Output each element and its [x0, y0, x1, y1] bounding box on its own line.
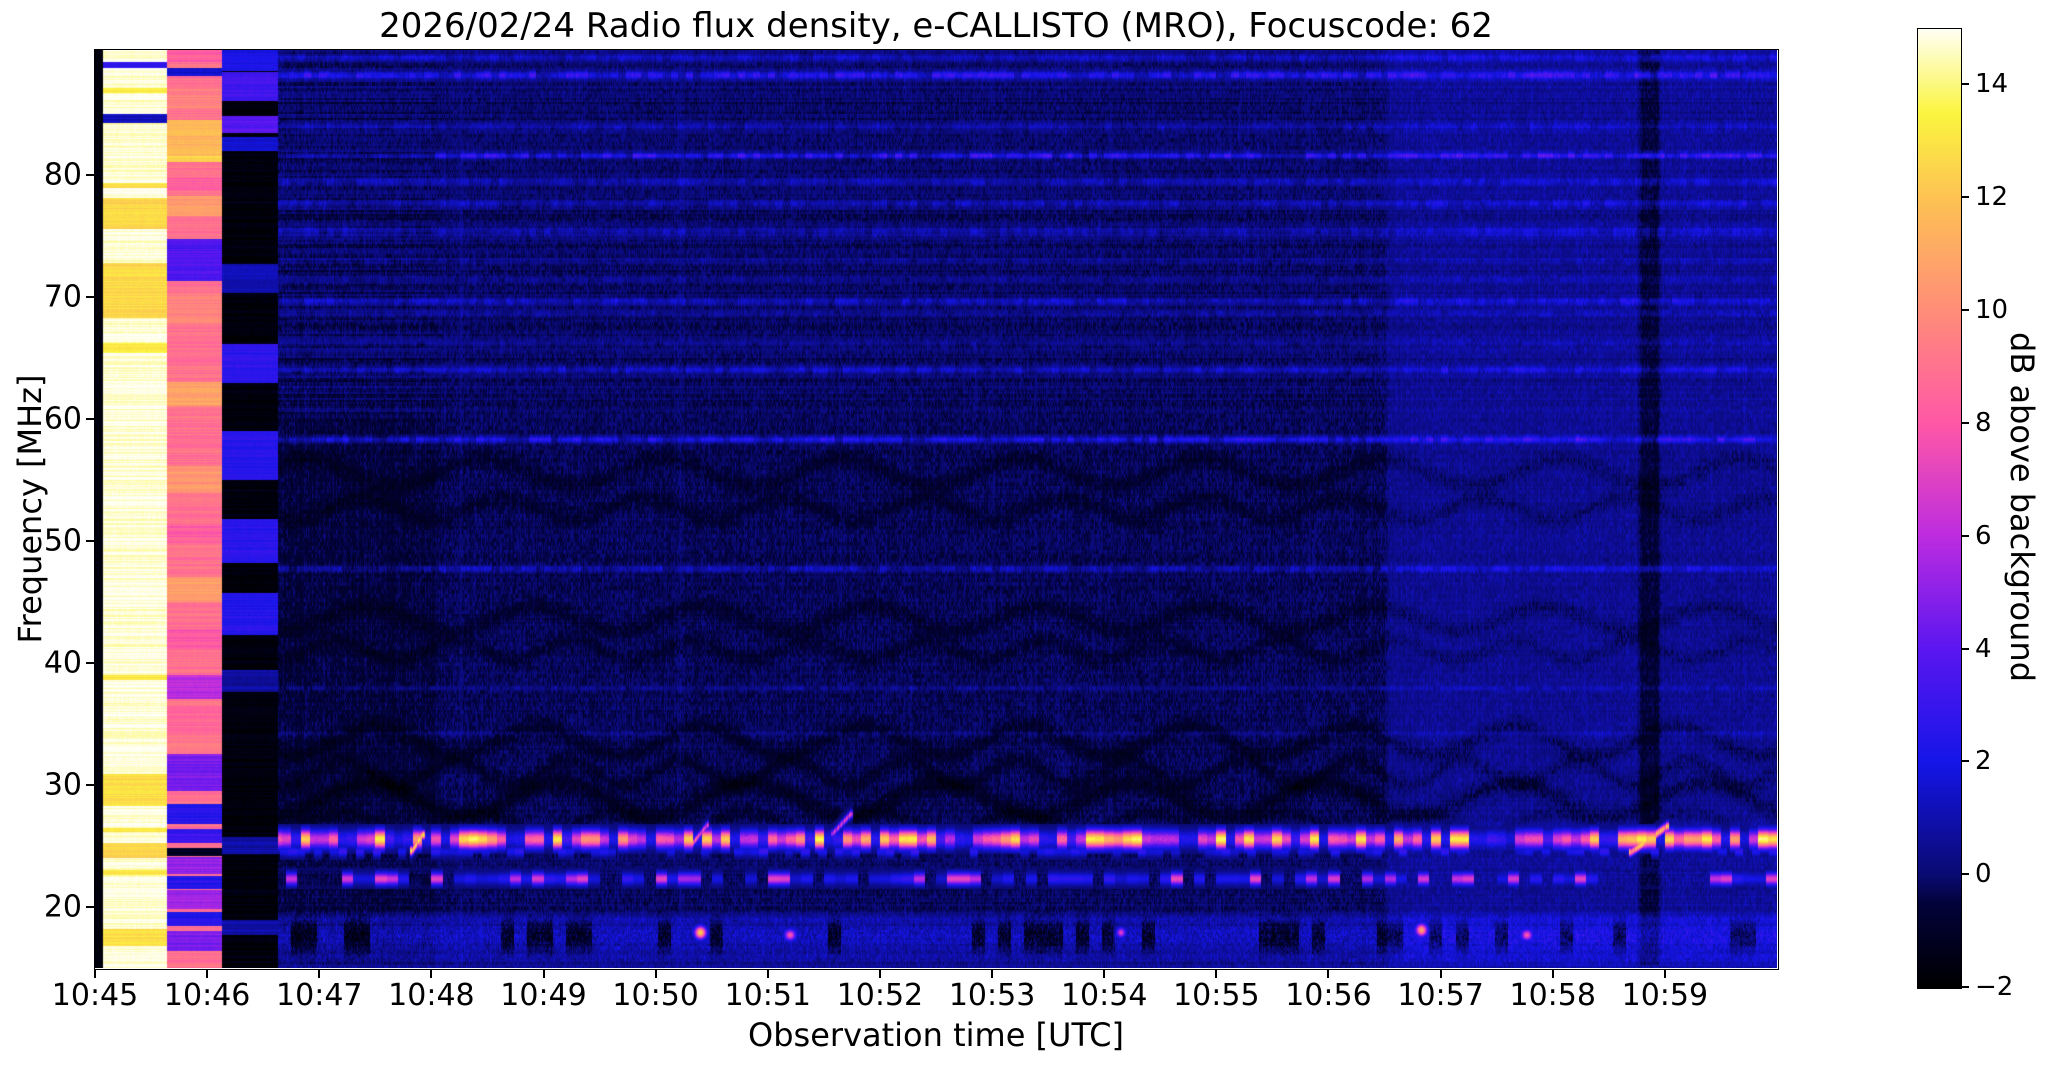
colorbar-tick-label: 2 — [1975, 746, 1992, 777]
y-tick-mark — [86, 905, 95, 908]
x-tick-label: 10:50 — [612, 978, 699, 1013]
y-tick-mark — [86, 783, 95, 786]
x-tick-mark — [1215, 969, 1218, 978]
x-tick-mark — [94, 969, 96, 978]
colorbar-tick-mark — [1961, 760, 1969, 763]
colorbar-tick-mark — [1961, 647, 1969, 650]
colorbar-tick-label: −2 — [1975, 972, 2014, 1002]
x-tick-label: 10:52 — [836, 978, 924, 1013]
colorbar-tick-mark — [1961, 986, 1969, 988]
colorbar-label: dB above background — [2003, 332, 2041, 682]
y-axis-label: Frequency [MHz] — [11, 374, 49, 644]
y-tick-label: 40 — [43, 645, 82, 681]
x-tick-label: 10:59 — [1621, 978, 1709, 1013]
x-tick-label: 10:55 — [1173, 978, 1260, 1013]
x-tick-label: 10:47 — [276, 978, 363, 1013]
colorbar-tick-label: 8 — [1975, 407, 1992, 438]
x-tick-mark — [206, 969, 209, 978]
y-tick-mark — [86, 539, 95, 542]
callisto-spectrogram-figure: 2026/02/24 Radio flux density, e-CALLIST… — [0, 0, 2047, 1067]
x-tick-mark — [1551, 969, 1554, 978]
x-tick-mark — [654, 969, 657, 978]
colorbar-tick-mark — [1961, 196, 1969, 199]
colorbar-tick-label: 12 — [1975, 182, 2009, 213]
x-tick-label: 10:58 — [1509, 978, 1596, 1013]
plot-area — [95, 50, 1777, 968]
y-tick-mark — [86, 661, 95, 664]
x-tick-mark — [1103, 969, 1106, 978]
x-tick-mark — [1663, 969, 1666, 978]
colorbar-tick-label: 4 — [1975, 633, 1992, 664]
spectrogram-canvas — [95, 50, 1777, 968]
x-tick-label: 10:53 — [948, 978, 1036, 1013]
y-tick-label: 50 — [43, 523, 82, 559]
x-tick-label: 10:57 — [1397, 978, 1484, 1013]
x-axis-label: Observation time [UTC] — [748, 1016, 1124, 1054]
x-tick-mark — [878, 969, 881, 978]
colorbar-tick-label: 6 — [1975, 520, 1992, 551]
colorbar-tick-label: 10 — [1975, 295, 2009, 326]
colorbar — [1917, 28, 1962, 989]
x-tick-label: 10:51 — [724, 978, 812, 1013]
colorbar-tick-mark — [1961, 421, 1969, 424]
y-tick-label: 70 — [43, 279, 82, 315]
x-tick-mark — [1327, 969, 1330, 978]
colorbar-tick-mark — [1961, 309, 1969, 312]
colorbar-tick-mark — [1961, 873, 1969, 876]
y-tick-label: 20 — [43, 889, 82, 925]
x-tick-label: 10:49 — [500, 978, 587, 1013]
x-tick-mark — [991, 969, 994, 978]
x-tick-label: 10:46 — [163, 978, 251, 1013]
colorbar-tick-label: 14 — [1975, 69, 2009, 100]
y-tick-mark — [86, 417, 95, 420]
x-tick-mark — [318, 969, 321, 978]
x-tick-mark — [430, 969, 433, 978]
y-tick-label: 80 — [43, 157, 82, 193]
y-tick-label: 30 — [43, 767, 82, 803]
colorbar-tick-mark — [1961, 83, 1969, 86]
x-tick-mark — [542, 969, 545, 978]
x-tick-label: 10:45 — [51, 978, 139, 1013]
x-tick-mark — [766, 969, 769, 978]
x-tick-label: 10:54 — [1060, 978, 1148, 1013]
y-tick-mark — [86, 295, 95, 298]
x-tick-label: 10:48 — [388, 978, 475, 1013]
y-tick-mark — [86, 173, 95, 176]
colorbar-tick-mark — [1961, 534, 1969, 537]
colorbar-tick-label: 0 — [1975, 859, 1992, 890]
y-tick-label: 60 — [43, 401, 82, 437]
x-tick-mark — [1439, 969, 1442, 978]
chart-title: 2026/02/24 Radio flux density, e-CALLIST… — [379, 6, 1493, 46]
x-tick-label: 10:56 — [1285, 978, 1372, 1013]
